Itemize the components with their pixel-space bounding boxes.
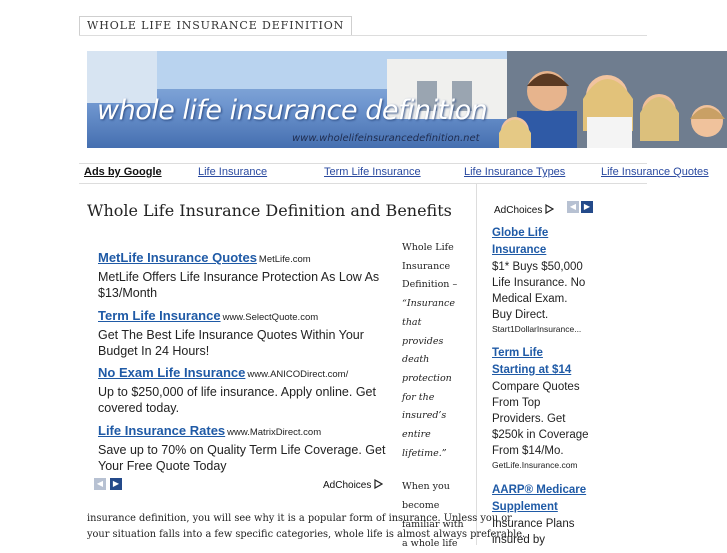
banner-title: whole life insurance definition: [97, 95, 488, 126]
sidebar-ad-title[interactable]: Supplement: [492, 499, 600, 516]
sidebar-ad[interactable]: Globe Life Insurance $1* Buys $50,000 Li…: [492, 225, 600, 335]
divider: [79, 163, 647, 164]
sidebar-ad-desc: $250k in Coverage: [492, 429, 589, 441]
adchoices-link[interactable]: AdChoices: [494, 203, 555, 216]
ad-title[interactable]: Term Life Insurance: [98, 308, 221, 323]
ad-url[interactable]: MetLife.com: [259, 254, 311, 265]
ad-title[interactable]: No Exam Life Insurance: [98, 365, 245, 380]
ad-item[interactable]: MetLife Insurance Quotes MetLife.com MetL…: [98, 249, 388, 301]
quote-line: “Insurance: [402, 298, 455, 310]
ad-title[interactable]: MetLife Insurance Quotes: [98, 250, 257, 265]
ads-by-google-label[interactable]: Ads by Google: [84, 166, 162, 178]
sidebar-ad-desc: Life Insurance. No: [492, 277, 586, 289]
ad-url[interactable]: www.ANICODirect.com/: [247, 369, 348, 380]
chevron-left-icon[interactable]: ◀: [94, 478, 106, 490]
ad-item[interactable]: Term Life Insurance www.SelectQuote.com G…: [98, 307, 388, 359]
adchoices-label[interactable]: AdChoices: [323, 480, 371, 491]
sidebar-ad-desc: Compare Quotes: [492, 381, 580, 393]
text-line: Whole Life: [402, 242, 454, 253]
sidebar-ad-desc: $1* Buys $50,000: [492, 261, 583, 273]
ad-description: Save up to 70% on Quality Term Life Cove…: [98, 443, 386, 473]
ad-item[interactable]: Life Insurance Rates www.MatrixDirect.com…: [98, 422, 388, 474]
sidebar-ad-title[interactable]: Insurance: [492, 242, 600, 259]
adchoices-icon[interactable]: [374, 478, 384, 490]
sidebar-ad-desc: Buy Direct.: [492, 309, 549, 321]
sidebar-ad-desc: Medical Exam.: [492, 293, 568, 305]
article-paragraph-line: your situation falls into a few specific…: [87, 529, 526, 540]
article-side-text: Whole Life Insurance Definition – “Insur…: [402, 239, 464, 553]
article-paragraph-line: insurance definition, you will see why i…: [87, 513, 512, 524]
sidebar-ad-desc: Insurance Plans: [492, 518, 575, 530]
chevron-right-icon[interactable]: ▶: [110, 478, 122, 490]
quote-line: for the: [402, 391, 435, 403]
sidebar-ad-title[interactable]: Term Life: [492, 345, 600, 362]
nav-link-life-insurance-quotes[interactable]: Life Insurance Quotes: [601, 166, 709, 178]
site-title-tab[interactable]: WHOLE LIFE INSURANCE DEFINITION: [79, 16, 353, 36]
column-divider: [476, 183, 477, 545]
quote-line: entire: [402, 429, 431, 441]
adchoices-label[interactable]: AdChoices: [494, 205, 542, 216]
sidebar-ad[interactable]: AARP® Medicare Supplement Insurance Plan…: [492, 482, 600, 548]
text-line: Definition –: [402, 279, 458, 291]
sidebar-ad-desc: From Top: [492, 397, 541, 409]
quote-line: protection: [402, 372, 452, 384]
ad-description: MetLife Offers Life Insurance Protection…: [98, 270, 380, 300]
sidebar-ad-desc: Providers. Get: [492, 413, 566, 425]
ad-title[interactable]: Life Insurance Rates: [98, 423, 225, 438]
adchoices-icon[interactable]: [545, 203, 555, 215]
ad-description: Get The Best Life Insurance Quotes Withi…: [98, 328, 364, 358]
sidebar-ad-desc: From $14/Mo.: [492, 445, 564, 457]
quote-line: death: [402, 354, 430, 366]
chevron-right-icon[interactable]: ▶: [581, 201, 593, 213]
adchoices-link[interactable]: AdChoices: [323, 478, 384, 491]
page-title: Whole Life Insurance Definition and Bene…: [87, 201, 452, 220]
nav-link-life-insurance-types[interactable]: Life Insurance Types: [464, 166, 565, 178]
sidebar-ad-desc: insured by: [492, 534, 546, 546]
nav-link-life-insurance[interactable]: Life Insurance: [198, 166, 267, 178]
divider: [79, 183, 647, 184]
sidebar-ad-url[interactable]: GetLife.Insurance.com: [492, 459, 600, 471]
sidebar-ad-title[interactable]: AARP® Medicare: [492, 482, 600, 499]
chevron-left-icon[interactable]: ◀: [567, 201, 579, 213]
banner-url: www.wholelifeinsurancedefinition.net: [292, 133, 480, 144]
sidebar-ad-title[interactable]: Globe Life: [492, 225, 600, 242]
ad-description: Up to $250,000 of life insurance. Apply …: [98, 385, 376, 415]
sidebar-ad[interactable]: Term Life Starting at $14 Compare Quotes…: [492, 345, 600, 471]
text-line: Insurance: [402, 260, 451, 272]
header-banner: whole life insurance definition www.whol…: [87, 51, 727, 148]
quote-line: insured’s: [402, 410, 447, 422]
sidebar-ad-title[interactable]: Starting at $14: [492, 362, 600, 379]
text-line: When you: [402, 481, 450, 493]
nav-link-term-life-insurance[interactable]: Term Life Insurance: [324, 166, 421, 178]
quote-line: that provides: [402, 316, 444, 347]
ad-url[interactable]: www.SelectQuote.com: [223, 312, 319, 323]
ad-url[interactable]: www.MatrixDirect.com: [227, 427, 321, 438]
sidebar-ad-url[interactable]: Start1DollarInsurance...: [492, 323, 600, 335]
ad-item[interactable]: No Exam Life Insurance www.ANICODirect.co…: [98, 364, 388, 416]
divider: [79, 35, 647, 36]
quote-line: lifetime.”: [402, 447, 447, 459]
